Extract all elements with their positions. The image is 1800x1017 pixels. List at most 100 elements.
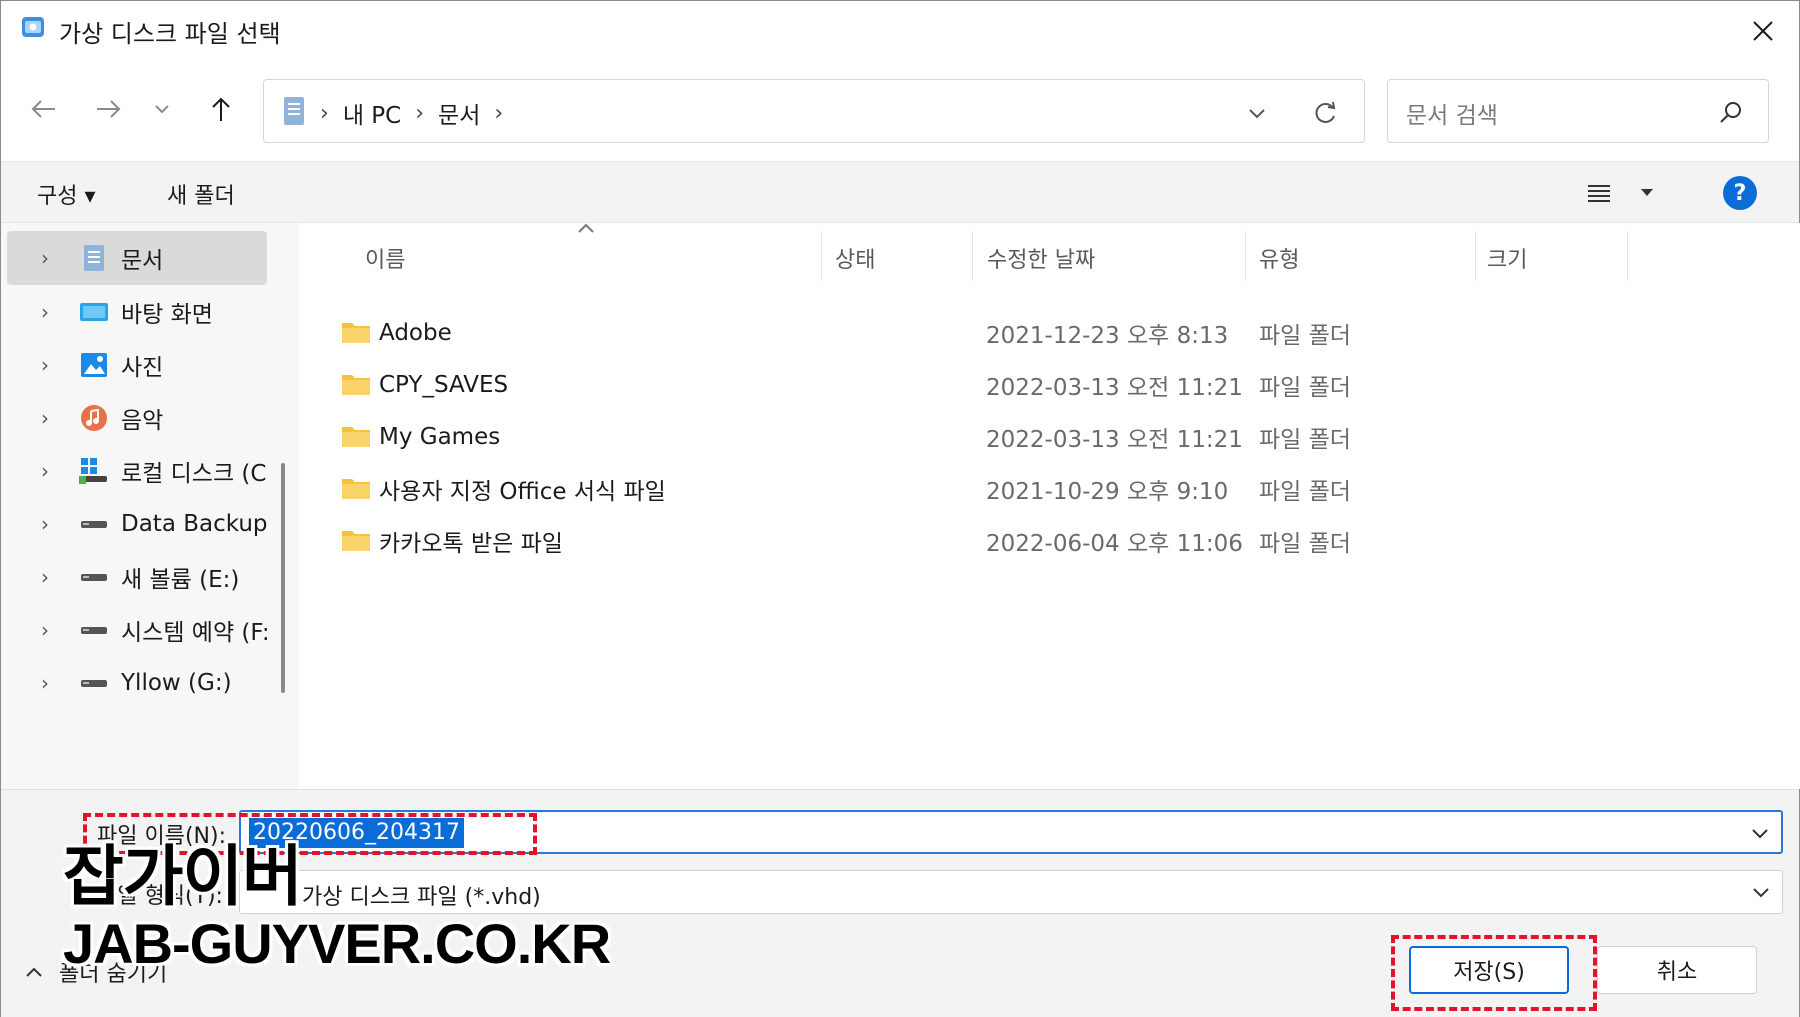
file-type: 파일 폴더 — [1259, 375, 1351, 401]
nav-item-label: 사진 — [121, 355, 164, 381]
caret-down-icon[interactable] — [1637, 182, 1657, 202]
breadcrumb-documents[interactable]: 문서 — [438, 96, 480, 130]
file-date: 2021-12-23 오후 8:13 — [986, 323, 1229, 349]
filename-input[interactable]: 20220606_204317 — [239, 810, 1783, 854]
search-icon[interactable] — [1716, 98, 1746, 128]
forward-button[interactable] — [89, 89, 129, 129]
nav-item-new-volume-e[interactable]: › 새 볼륨 (E:) — [7, 550, 267, 604]
expand-chevron-icon[interactable]: › — [7, 459, 51, 483]
file-row[interactable]: My Games 2022-03-13 오전 11:21 파일 폴더 — [299, 411, 1800, 463]
save-button[interactable]: 저장(S) — [1409, 946, 1569, 994]
file-name: 카카오톡 받은 파일 — [379, 531, 563, 557]
expand-chevron-icon[interactable]: › — [7, 512, 51, 536]
nav-item-label: Data Backup (I — [121, 511, 267, 537]
back-arrow-icon — [31, 100, 55, 118]
nav-item-data-backup[interactable]: › Data Backup (I — [7, 497, 267, 551]
expand-chevron-icon[interactable]: › — [7, 246, 51, 270]
file-type: 파일 폴더 — [1259, 323, 1351, 349]
organize-menu[interactable]: 구성 ▾ — [37, 178, 96, 210]
expand-chevron-icon[interactable]: › — [7, 565, 51, 589]
file-row[interactable]: Adobe 2021-12-23 오후 8:13 파일 폴더 — [299, 307, 1800, 359]
folder-icon — [342, 479, 370, 499]
folder-icon — [342, 531, 370, 551]
desktop-icon — [80, 303, 108, 321]
chevron-down-icon[interactable] — [1749, 822, 1771, 844]
music-icon — [81, 405, 107, 431]
address-bar[interactable]: › 내 PC › 문서 › — [263, 79, 1365, 143]
nav-item-label: 바탕 화면 — [121, 302, 213, 328]
expand-chevron-icon[interactable]: › — [7, 353, 51, 377]
breadcrumb-separator[interactable]: › — [320, 101, 329, 126]
documents-icon — [284, 97, 304, 125]
breadcrumb-my-pc[interactable]: 내 PC — [343, 96, 401, 130]
folder-icon — [342, 375, 370, 395]
list-view-icon — [1588, 185, 1610, 202]
recent-locations-button[interactable] — [147, 89, 177, 129]
expand-chevron-icon[interactable]: › — [7, 406, 51, 430]
nav-item-pictures[interactable]: › 사진 — [7, 338, 267, 392]
column-header-type[interactable]: 유형 — [1259, 231, 1299, 285]
nav-item-label: 로컬 디스크 (C — [121, 461, 267, 487]
folder-icon — [342, 323, 370, 343]
close-icon — [1753, 21, 1773, 41]
drive-icon — [81, 680, 107, 687]
drive-icon — [81, 521, 107, 528]
filetype-select[interactable]: 가상 디스크 파일 (*.vhd) — [239, 870, 1783, 914]
column-header-date-modified[interactable]: 수정한 날짜 — [987, 231, 1095, 285]
breadcrumb-separator[interactable]: › — [494, 101, 503, 126]
filetype-value: 가상 디스크 파일 (*.vhd) — [302, 885, 541, 910]
expand-chevron-icon[interactable]: › — [7, 618, 51, 642]
file-name: CPY_SAVES — [379, 372, 509, 398]
back-button[interactable] — [23, 89, 63, 129]
nav-item-local-disk-c[interactable]: › 로컬 디스크 (C — [7, 444, 267, 498]
column-divider[interactable] — [1475, 231, 1476, 281]
navigation-bar: › 내 PC › 문서 › 문서 검색 — [1, 71, 1799, 151]
nav-item-system-reserved-f[interactable]: › 시스템 예약 (F: — [7, 603, 267, 657]
new-folder-button[interactable]: 새 폴더 — [167, 178, 235, 210]
cancel-button[interactable]: 취소 — [1597, 946, 1757, 994]
nav-item-music[interactable]: › 음악 — [7, 391, 267, 445]
virtual-disk-app-icon — [22, 17, 44, 37]
nav-item-label: 시스템 예약 (F: — [121, 620, 267, 646]
nav-pane-scrollbar[interactable] — [281, 463, 285, 693]
expand-chevron-icon[interactable]: › — [7, 300, 51, 324]
search-box[interactable]: 문서 검색 — [1387, 79, 1769, 143]
expand-chevron-icon[interactable]: › — [7, 671, 51, 695]
file-type: 파일 폴더 — [1259, 479, 1351, 505]
nav-item-label: Yllow (G:) — [121, 670, 232, 696]
title-bar: 가상 디스크 파일 선택 — [1, 1, 1799, 61]
view-options-button[interactable] — [1579, 176, 1619, 210]
column-header-status[interactable]: 상태 — [835, 231, 875, 285]
address-history-dropdown[interactable] — [1242, 98, 1272, 128]
chevron-down-icon — [155, 105, 169, 114]
help-button[interactable]: ? — [1723, 176, 1757, 210]
watermark-korean: 잡가이버 — [63, 838, 303, 915]
up-button[interactable] — [201, 89, 241, 129]
file-date: 2021-10-29 오후 9:10 — [986, 479, 1229, 505]
file-date: 2022-03-13 오전 11:21 — [986, 375, 1243, 401]
column-divider[interactable] — [1245, 231, 1246, 281]
column-divider[interactable] — [972, 231, 973, 281]
file-name: 사용자 지정 Office 서식 파일 — [379, 479, 666, 505]
breadcrumb-separator[interactable]: › — [415, 101, 424, 126]
nav-item-desktop[interactable]: › 바탕 화면 — [7, 285, 267, 339]
forward-arrow-icon — [97, 100, 121, 118]
file-dialog-window: 가상 디스크 파일 선택 › 내 PC › 문서 › 문서 검색 구성 ▾ 새 … — [0, 0, 1800, 1017]
column-divider[interactable] — [1627, 231, 1628, 281]
watermark-url: JAB-GUYVER.CO.KR — [63, 912, 611, 975]
file-row[interactable]: 카카오톡 받은 파일 2022-06-04 오후 11:06 파일 폴더 — [299, 515, 1800, 567]
chevron-down-icon — [1249, 109, 1265, 119]
column-divider[interactable] — [821, 231, 822, 281]
file-name: Adobe — [379, 320, 452, 346]
refresh-button[interactable] — [1308, 96, 1342, 130]
close-button[interactable] — [1741, 9, 1785, 53]
pictures-icon — [81, 353, 107, 377]
search-placeholder[interactable]: 문서 검색 — [1406, 96, 1498, 130]
file-row[interactable]: 사용자 지정 Office 서식 파일 2021-10-29 오후 9:10 파… — [299, 463, 1800, 515]
file-row[interactable]: CPY_SAVES 2022-03-13 오전 11:21 파일 폴더 — [299, 359, 1800, 411]
column-header-name[interactable]: 이름 — [365, 231, 405, 285]
nav-item-yllow-g[interactable]: › Yllow (G:) — [7, 656, 267, 710]
column-header-size[interactable]: 크기 — [1487, 231, 1527, 285]
nav-item-documents[interactable]: › 문서 — [7, 231, 267, 285]
chevron-down-icon[interactable] — [1750, 881, 1772, 903]
